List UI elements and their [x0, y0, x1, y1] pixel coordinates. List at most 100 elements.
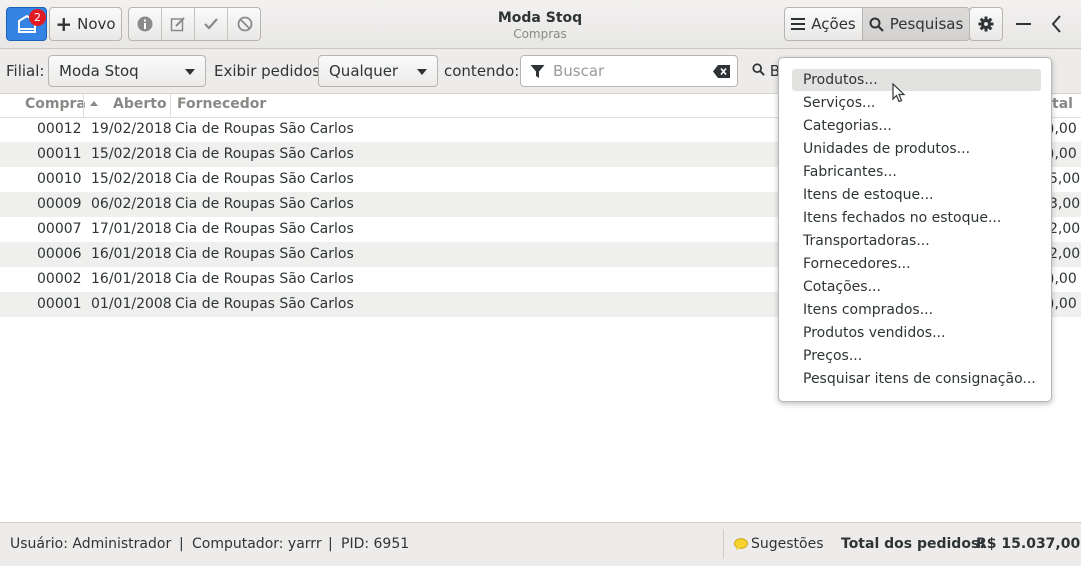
hamburger-icon — [791, 18, 806, 30]
sort-ascending-icon — [90, 101, 98, 106]
order-total: 5,00 — [1049, 171, 1081, 187]
dropdown-arrow-icon — [185, 69, 195, 75]
supplier-name: Cia de Roupas São Carlos — [175, 171, 354, 187]
speech-bubble-icon — [734, 537, 748, 550]
status-separator: | — [328, 536, 333, 552]
minimize-icon[interactable] — [1016, 23, 1031, 25]
status-computer: Computador: yarrr — [192, 536, 322, 552]
branch-label: Filial: — [6, 62, 45, 80]
new-button[interactable]: + Novo — [49, 7, 122, 41]
menu-item-carriers[interactable]: Transportadoras... — [792, 230, 1041, 252]
opened-date: 17/01/2018 — [91, 221, 172, 237]
status-bar: Usuário: Administrador | Computador: yar… — [0, 522, 1081, 566]
opened-date: 15/02/2018 — [91, 146, 172, 162]
opened-date: 06/02/2018 — [91, 196, 172, 212]
orders-total-label: Total dos pedidos: — [841, 536, 985, 552]
menu-item-sold-products[interactable]: Produtos vendidos... — [792, 322, 1041, 344]
opened-date: 16/01/2018 — [91, 271, 172, 287]
notification-badge: 2 — [29, 9, 46, 26]
purchase-id: 00006 — [37, 246, 82, 262]
suggestions-button[interactable]: Sugestões — [734, 536, 824, 552]
menu-item-manufacturers[interactable]: Fabricantes... — [792, 161, 1041, 183]
menu-item-products[interactable]: Produtos... — [792, 69, 1041, 91]
order-total: ),00 — [1049, 296, 1077, 312]
check-icon — [204, 18, 218, 30]
edit-icon — [170, 17, 185, 32]
searches-popover-menu: Produtos... Serviços... Categorias... Un… — [778, 57, 1052, 402]
supplier-name: Cia de Roupas São Carlos — [175, 246, 354, 262]
order-total: ),00 — [1049, 146, 1077, 162]
plus-icon: + — [55, 12, 73, 36]
supplier-name: Cia de Roupas São Carlos — [175, 296, 354, 312]
info-icon — [137, 16, 153, 32]
menu-item-purchased-items[interactable]: Itens comprados... — [792, 299, 1041, 321]
find-button[interactable]: B — [752, 62, 780, 80]
column-header-supplier[interactable]: Fornecedor — [177, 96, 266, 112]
menu-item-categories[interactable]: Categorias... — [792, 115, 1041, 137]
order-total: 3,00 — [1049, 196, 1081, 212]
containing-label: contendo: — [444, 62, 520, 80]
supplier-name: Cia de Roupas São Carlos — [175, 271, 354, 287]
menu-item-services[interactable]: Serviços... — [792, 92, 1041, 114]
show-orders-label: Exibir pedidos — [214, 62, 321, 80]
purchase-id: 00010 — [37, 171, 82, 187]
branch-combo[interactable]: Moda Stoq — [48, 55, 206, 87]
edit-button[interactable] — [162, 8, 195, 40]
menu-item-prices[interactable]: Preços... — [792, 345, 1041, 367]
opened-date: 16/01/2018 — [91, 246, 172, 262]
menu-item-consignment-search[interactable]: Pesquisar itens de consignação... — [792, 368, 1041, 390]
column-header-total[interactable]: tal — [1052, 96, 1073, 112]
order-total: 2,00 — [1049, 246, 1081, 262]
suggestions-label: Sugestões — [751, 536, 824, 552]
mouse-cursor-icon — [892, 83, 906, 103]
status-user: Usuário: Administrador — [10, 536, 172, 552]
search-placeholder: Buscar — [553, 62, 605, 80]
search-icon — [752, 63, 765, 76]
header-bar: 2 + Novo Moda Stoq Compras Ações Pesquis… — [0, 0, 1081, 49]
supplier-name: Cia de Roupas São Carlos — [175, 146, 354, 162]
window-title: Moda Stoq — [497, 10, 583, 26]
column-divider — [83, 94, 84, 117]
opened-date: 19/02/2018 — [91, 121, 172, 137]
order-total: ),00 — [1049, 121, 1077, 137]
confirm-button[interactable] — [195, 8, 228, 40]
column-header-purchase[interactable]: Compra — [25, 96, 86, 112]
searches-label: Pesquisas — [889, 15, 964, 33]
column-header-opened[interactable]: Aberto — [113, 96, 167, 112]
status-pid: PID: 6951 — [341, 536, 410, 552]
settings-button[interactable] — [969, 7, 1003, 41]
purchase-id: 00001 — [37, 296, 82, 312]
status-separator: | — [179, 536, 184, 552]
branch-value: Moda Stoq — [59, 62, 139, 80]
search-input[interactable]: Buscar — [520, 55, 738, 87]
search-icon — [869, 17, 884, 32]
supplier-name: Cia de Roupas São Carlos — [175, 221, 354, 237]
status-divider — [723, 529, 724, 559]
menu-item-quotes[interactable]: Cotações... — [792, 276, 1041, 298]
record-actions-group — [128, 7, 261, 41]
clear-icon[interactable] — [713, 65, 730, 78]
dropdown-arrow-icon — [417, 69, 427, 75]
cancel-icon — [237, 16, 252, 32]
opened-date: 01/01/2008 — [91, 296, 172, 312]
details-button[interactable] — [129, 8, 162, 40]
order-total: ),00 — [1049, 271, 1077, 287]
opened-date: 15/02/2018 — [91, 171, 172, 187]
supplier-name: Cia de Roupas São Carlos — [175, 196, 354, 212]
gear-icon — [978, 16, 994, 32]
menu-item-closed-stock-items[interactable]: Itens fechados no estoque... — [792, 207, 1041, 229]
purchase-id: 00012 — [37, 121, 82, 137]
cancel-order-button[interactable] — [228, 8, 261, 40]
actions-menu-button[interactable]: Ações — [784, 7, 863, 41]
menu-item-stock-items[interactable]: Itens de estoque... — [792, 184, 1041, 206]
searches-menu-button[interactable]: Pesquisas — [862, 7, 970, 41]
menu-item-suppliers[interactable]: Fornecedores... — [792, 253, 1041, 275]
back-icon[interactable] — [1050, 14, 1062, 38]
actions-label: Ações — [811, 15, 856, 33]
menu-item-product-units[interactable]: Unidades de produtos... — [792, 138, 1041, 160]
purchase-id: 00007 — [37, 221, 82, 237]
status-combo[interactable]: Qualquer — [318, 55, 438, 87]
status-value: Qualquer — [329, 62, 399, 80]
window-subtitle: Compras — [513, 27, 567, 41]
order-total: 2,00 — [1049, 221, 1081, 237]
